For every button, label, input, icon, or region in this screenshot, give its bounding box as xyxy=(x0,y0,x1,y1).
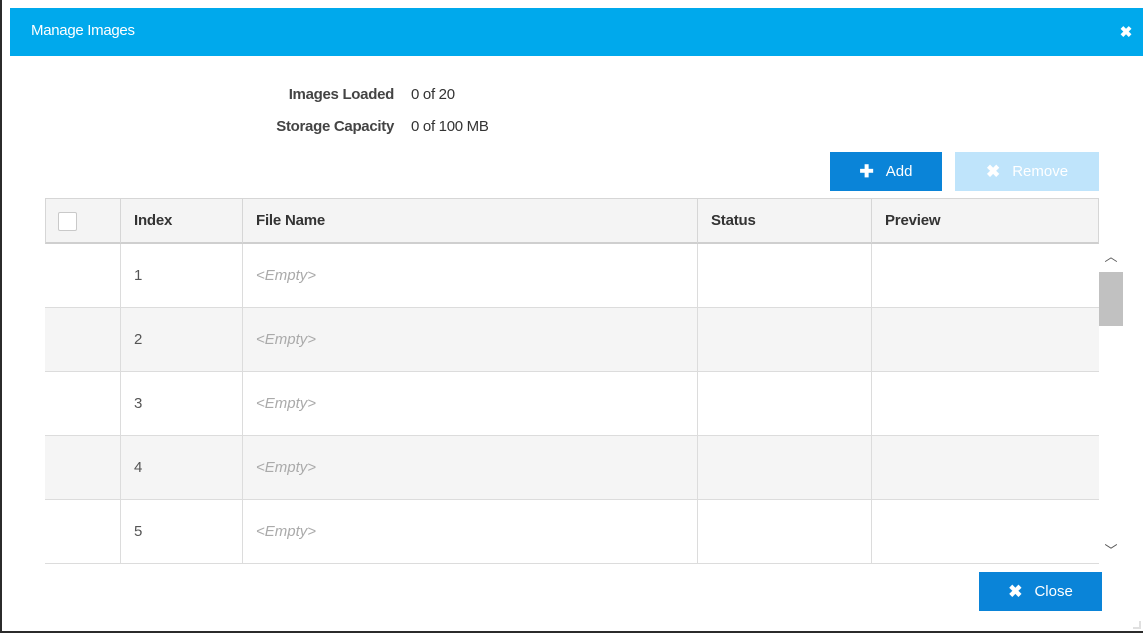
status-cell xyxy=(698,308,872,371)
add-button[interactable]: ✚ Add xyxy=(830,152,942,191)
row-select-cell[interactable] xyxy=(45,436,121,499)
close-icon[interactable]: ✖ xyxy=(1119,25,1133,40)
preview-cell xyxy=(872,372,1099,435)
index-cell: 4 xyxy=(121,436,243,499)
file-name-cell: <Empty> xyxy=(243,436,698,499)
status-cell xyxy=(698,372,872,435)
table-row[interactable]: 2 <Empty> xyxy=(45,308,1099,372)
select-all-cell xyxy=(46,199,121,243)
storage-capacity-value: 0 of 100 MB xyxy=(411,118,489,135)
storage-capacity-row: Storage Capacity 0 of 100 MB xyxy=(2,118,1143,138)
file-name-cell: <Empty> xyxy=(243,500,698,563)
row-select-cell[interactable] xyxy=(45,308,121,371)
row-select-cell[interactable] xyxy=(45,372,121,435)
images-table: Index File Name Status Preview 1 <Empty>… xyxy=(45,198,1099,564)
images-loaded-value: 0 of 20 xyxy=(411,86,455,103)
index-cell: 3 xyxy=(121,372,243,435)
index-cell: 5 xyxy=(121,500,243,563)
images-loaded-label: Images Loaded xyxy=(288,86,395,103)
table-row[interactable]: 4 <Empty> xyxy=(45,436,1099,500)
file-name-cell: <Empty> xyxy=(243,308,698,371)
table-header: Index File Name Status Preview xyxy=(45,198,1099,244)
column-header-file-name[interactable]: File Name xyxy=(243,199,698,243)
table-row[interactable]: 5 <Empty> xyxy=(45,500,1099,564)
select-all-checkbox[interactable] xyxy=(58,212,77,231)
index-cell: 2 xyxy=(121,308,243,371)
preview-cell xyxy=(872,500,1099,563)
preview-cell xyxy=(872,308,1099,371)
dialog-titlebar: Manage Images ✖ xyxy=(10,8,1143,56)
table-row[interactable]: 1 <Empty> xyxy=(45,244,1099,308)
column-header-preview[interactable]: Preview xyxy=(872,199,1099,243)
add-button-label: Add xyxy=(885,163,913,180)
resize-grip-icon[interactable] xyxy=(1133,621,1141,629)
file-name-cell: <Empty> xyxy=(243,372,698,435)
index-cell: 1 xyxy=(121,244,243,307)
storage-capacity-label: Storage Capacity xyxy=(276,118,394,135)
close-icon: ✖ xyxy=(985,162,1001,181)
images-loaded-row: Images Loaded 0 of 20 xyxy=(2,86,1143,106)
row-select-cell[interactable] xyxy=(45,500,121,563)
table-scrollbar[interactable]: ︿ ﹀ xyxy=(1099,246,1123,564)
dialog-title: Manage Images xyxy=(31,22,135,39)
scrollbar-thumb[interactable] xyxy=(1099,272,1123,326)
column-header-status[interactable]: Status xyxy=(698,199,872,243)
status-cell xyxy=(698,244,872,307)
preview-cell xyxy=(872,244,1099,307)
plus-icon: ✚ xyxy=(859,162,874,181)
scroll-up-icon[interactable]: ︿ xyxy=(1099,248,1123,266)
status-cell xyxy=(698,436,872,499)
column-header-index[interactable]: Index xyxy=(121,199,243,243)
close-button[interactable]: ✖ Close xyxy=(979,572,1102,611)
row-select-cell[interactable] xyxy=(45,244,121,307)
file-name-cell: <Empty> xyxy=(243,244,698,307)
close-icon: ✖ xyxy=(1008,582,1023,601)
manage-images-dialog: Manage Images ✖ Images Loaded 0 of 20 St… xyxy=(0,0,1143,633)
status-cell xyxy=(698,500,872,563)
remove-button[interactable]: ✖ Remove xyxy=(955,152,1099,191)
remove-button-label: Remove xyxy=(1012,163,1069,180)
scroll-down-icon[interactable]: ﹀ xyxy=(1099,542,1123,560)
table-row[interactable]: 3 <Empty> xyxy=(45,372,1099,436)
close-button-label: Close xyxy=(1034,583,1073,600)
preview-cell xyxy=(872,436,1099,499)
